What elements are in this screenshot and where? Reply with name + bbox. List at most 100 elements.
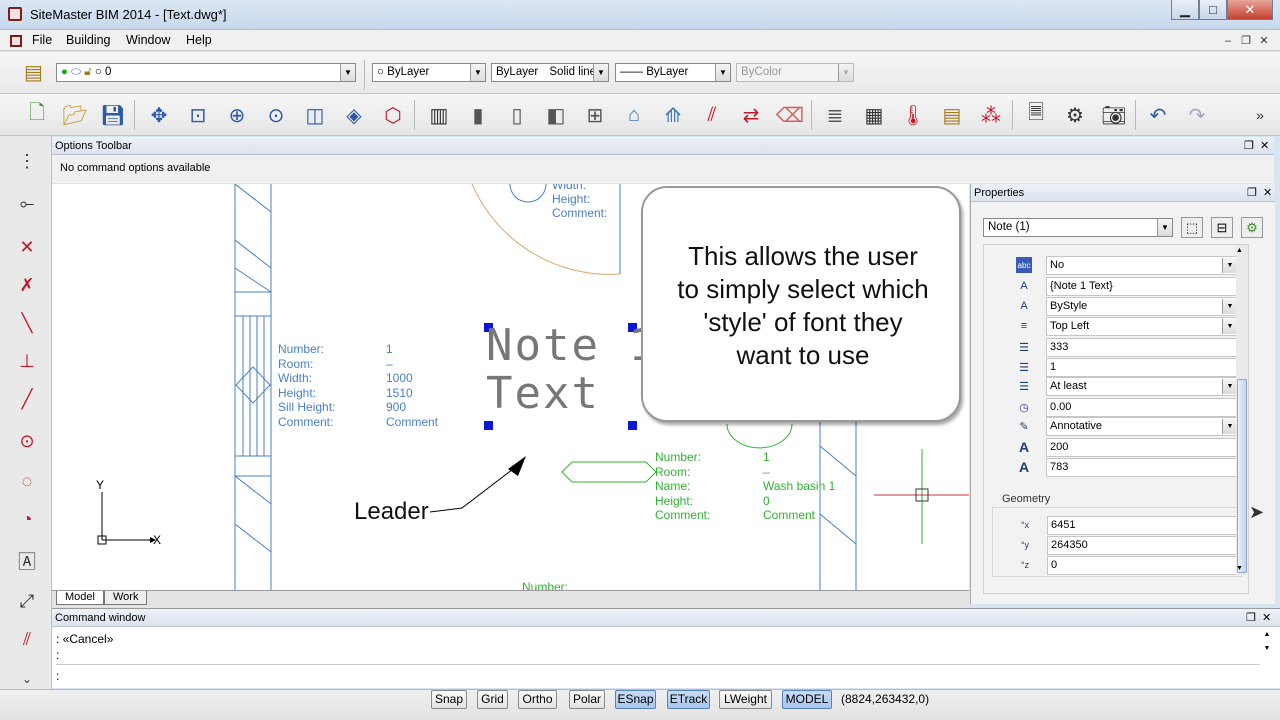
redo-icon[interactable]: ↷ <box>1182 101 1212 129</box>
prop-value-1[interactable]: No ▼ <box>1046 256 1238 275</box>
polar-toggle[interactable]: Polar <box>569 690 605 709</box>
dimension-icon[interactable]: ⫽ <box>697 101 727 129</box>
geometry-value-y[interactable]: 264350 <box>1047 536 1239 555</box>
hatch-icon[interactable]: ⫽ <box>12 624 42 654</box>
text-tool-icon[interactable]: 🄰 <box>12 546 42 576</box>
circle-3pt-icon[interactable]: ◌ <box>12 466 42 496</box>
model-toggle[interactable]: MODEL <box>782 690 832 709</box>
construction-line-icon[interactable]: ╱ <box>12 384 42 414</box>
open-folder-icon[interactable]: 📂︎ <box>60 101 90 129</box>
line-segment-icon[interactable]: ⟜ <box>12 188 42 218</box>
intersect-icon[interactable]: ✕ <box>12 232 42 262</box>
undo-icon[interactable]: ↶ <box>1143 101 1173 129</box>
grid-toggle[interactable]: Grid <box>477 690 508 709</box>
geometry-value-x[interactable]: 6451 <box>1047 516 1239 535</box>
measure-icon[interactable]: ⤢ <box>12 586 42 616</box>
prop-value-11[interactable]: 783 <box>1046 458 1238 477</box>
geometry-value-z[interactable]: 0 <box>1047 556 1239 575</box>
toolbar-overflow-icon[interactable]: » <box>1250 101 1270 129</box>
text-style-icon[interactable]: ⁂ <box>976 101 1006 129</box>
layer-state-icon[interactable]: ▤ <box>937 101 967 129</box>
view-3d-box-icon[interactable]: ◫ <box>300 101 330 129</box>
view-iso-icon[interactable]: ◈ <box>339 101 369 129</box>
wall-icon[interactable]: ▮ <box>463 101 493 129</box>
tab-work[interactable]: Work <box>104 591 148 605</box>
circle-center-icon[interactable]: ⊙ <box>12 426 42 456</box>
close-icon[interactable]: ✕ <box>1263 184 1272 202</box>
prop-value-8[interactable]: 0.00 <box>1046 398 1238 417</box>
prop-value-2[interactable]: {Note 1 Text} <box>1046 277 1238 296</box>
linetype-combo[interactable]: ByLayer Solid line ▼ <box>491 63 609 82</box>
column-icon[interactable]: ▯ <box>502 101 532 129</box>
close-icon[interactable]: ✕ <box>1262 609 1271 627</box>
float-icon[interactable]: ❐ <box>1244 137 1254 155</box>
prop-value-10[interactable]: 200 <box>1046 438 1238 457</box>
zoom-in-icon[interactable]: ⊕ <box>222 101 252 129</box>
line-icon[interactable]: ╲ <box>12 308 42 338</box>
etrack-toggle[interactable]: ETrack <box>667 690 710 709</box>
door-icon[interactable]: ◧ <box>541 101 571 129</box>
minimize-button[interactable]: ▁ <box>1171 0 1199 20</box>
command-scrollbar[interactable]: ▲ ▼ <box>1260 631 1274 665</box>
schedule-icon[interactable]: ▦ <box>859 101 889 129</box>
slab-icon[interactable]: ≣ <box>820 101 850 129</box>
prop-value-3[interactable]: ByStyle ▼ <box>1046 297 1238 316</box>
building-icon[interactable]: ▥ <box>424 101 454 129</box>
mdi-close-button[interactable]: ✕ <box>1256 33 1272 48</box>
pan-icon[interactable]: ✥ <box>144 101 174 129</box>
prop-value-7[interactable]: At least ▼ <box>1046 377 1238 396</box>
arc-icon[interactable]: ◔ <box>12 504 42 534</box>
mdi-restore-button[interactable]: ❐ <box>1238 33 1254 48</box>
float-icon[interactable]: ❐ <box>1247 184 1257 202</box>
thermometer-icon[interactable]: 🌡︎ <box>898 101 928 129</box>
quick-select-icon[interactable]: ⊟ <box>1211 217 1233 238</box>
window-icon[interactable]: ⊞ <box>580 101 610 129</box>
menu-file[interactable]: File <box>32 33 52 47</box>
properties-icon[interactable]: ⚙ <box>1060 101 1090 129</box>
save-icon[interactable]: 💾︎ <box>98 101 128 129</box>
properties-scrollbar[interactable]: ▲ ▼ <box>1236 245 1248 575</box>
tab-model[interactable]: Model <box>56 591 104 605</box>
lineweight-combo[interactable]: —— ByLayer ▼ <box>615 63 731 82</box>
camera-icon[interactable]: 📷︎ <box>1099 101 1129 129</box>
note-text[interactable]: Note 1 Text <box>486 322 657 418</box>
scroll-thumb[interactable] <box>1237 379 1247 573</box>
ortho-toggle[interactable]: Ortho <box>518 690 557 709</box>
eraser-icon[interactable]: ⌫ <box>775 101 805 129</box>
lweight-toggle[interactable]: LWeight <box>719 690 772 709</box>
zoom-extents-icon[interactable]: ⊙ <box>261 101 291 129</box>
new-file-icon[interactable]: 🗋 <box>22 101 52 129</box>
selection-combo[interactable]: Note (1) ▼ <box>983 218 1173 237</box>
menu-window[interactable]: Window <box>126 33 170 47</box>
menu-help[interactable]: Help <box>186 33 212 47</box>
mdi-minimize-button[interactable]: – <box>1220 33 1236 48</box>
stair-icon[interactable]: ⟰ <box>658 101 688 129</box>
note-icon[interactable]: 🗏 <box>1021 101 1051 129</box>
scroll-down-icon[interactable]: ▼ <box>1236 565 1243 572</box>
zoom-window-icon[interactable]: ⊡ <box>183 101 213 129</box>
command-input[interactable]: : <box>56 669 1256 685</box>
roof-icon[interactable]: ⌂ <box>619 101 649 129</box>
prop-value-6[interactable]: 1 <box>1046 358 1238 377</box>
pickadd-icon[interactable]: ⚙ <box>1241 217 1263 238</box>
maximize-button[interactable]: □ <box>1199 0 1227 20</box>
float-icon[interactable]: ❐ <box>1246 609 1256 627</box>
layer-combo[interactable]: ● ⬭ 🔓︎ ○ 0 ▼ <box>56 63 356 82</box>
perpendicular-icon[interactable]: ⊥ <box>12 346 42 376</box>
esnap-toggle[interactable]: ESnap <box>615 690 656 709</box>
polyline-icon[interactable]: ⋮ <box>12 146 42 176</box>
scroll-up-icon[interactable]: ▲ <box>1236 247 1243 254</box>
trim-icon[interactable]: ✗ <box>12 270 42 300</box>
select-objects-icon[interactable]: ⬚ <box>1181 217 1203 238</box>
prop-value-5[interactable]: 333 <box>1046 338 1238 357</box>
prop-value-4[interactable]: Top Left ▼ <box>1046 317 1238 336</box>
render-cube-icon[interactable]: ⬡ <box>378 101 408 129</box>
section-icon[interactable]: ⇄ <box>736 101 766 129</box>
close-icon[interactable]: ✕ <box>1260 137 1269 155</box>
menu-building[interactable]: Building <box>66 33 110 47</box>
layer-manager-icon[interactable]: ▤ <box>24 60 50 84</box>
close-button[interactable]: ✕ <box>1227 0 1273 20</box>
color-combo[interactable]: ○ ByLayer ▼ <box>372 63 486 82</box>
snap-toggle[interactable]: Snap <box>431 690 467 709</box>
prop-value-9[interactable]: Annotative ▼ <box>1046 417 1238 436</box>
